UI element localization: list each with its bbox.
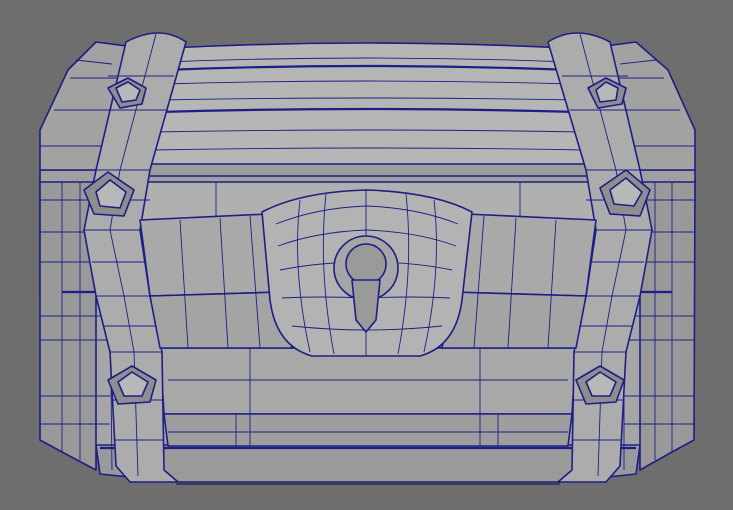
treasure-chest-model[interactable] (0, 0, 733, 510)
3d-viewport[interactable] (0, 0, 733, 510)
lock-plate (261, 189, 473, 357)
